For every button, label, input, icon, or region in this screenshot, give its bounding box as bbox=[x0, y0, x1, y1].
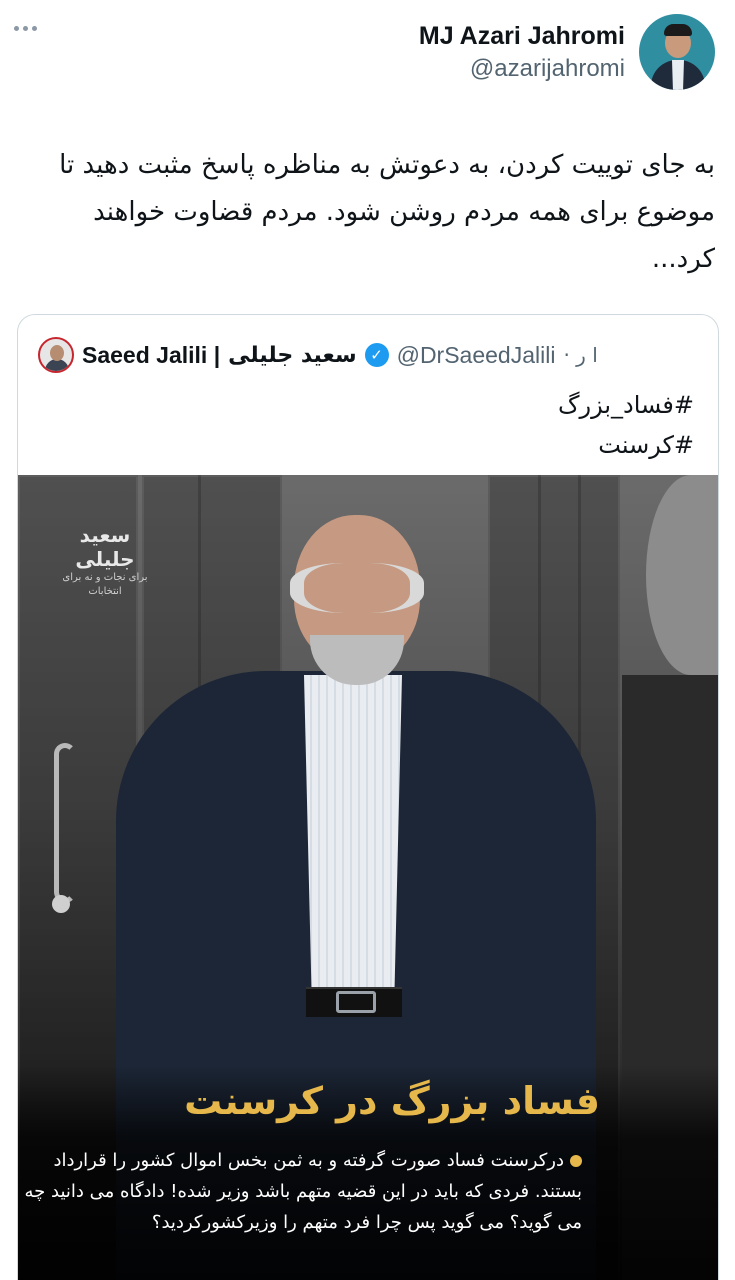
hashtag-list: #فساد_بزرگ #کرسنت bbox=[558, 385, 694, 465]
image-headline: فساد بزرگ در کرسنت bbox=[184, 1079, 600, 1123]
door-knob-graphic bbox=[52, 895, 70, 913]
author-avatar[interactable] bbox=[639, 14, 715, 90]
tweet-text: به جای توییت کردن، به دعوتش به مناظره پا… bbox=[59, 150, 715, 274]
quoted-author-handle[interactable]: @DrSaeedJalili bbox=[397, 342, 556, 369]
quoted-tweet-time[interactable]: · ا ر bbox=[563, 343, 597, 367]
image-body-text: درکرسنت فساد صورت گرفته و به ثمن بخس امو… bbox=[22, 1145, 582, 1238]
man-hair bbox=[290, 563, 424, 613]
author-handle[interactable]: @azarijahromi bbox=[419, 53, 625, 85]
quoted-tweet-header: Saeed Jalili | سعید جلیلی ✓ @DrSaeedJali… bbox=[38, 337, 598, 373]
quoted-author-name-en[interactable]: Saeed Jalili | bbox=[82, 342, 220, 369]
quoted-author-avatar[interactable] bbox=[38, 337, 74, 373]
quoted-tweet-card[interactable]: Saeed Jalili | سعید جلیلی ✓ @DrSaeedJali… bbox=[17, 314, 719, 1280]
author-display-name[interactable]: MJ Azari Jahromi bbox=[419, 19, 625, 53]
signature-logo: سعید جلیلی برای نجات و نه برای انتخابات bbox=[60, 523, 150, 599]
man-shirt bbox=[304, 675, 402, 1005]
image-body-content: درکرسنت فساد صورت گرفته و به ثمن بخس امو… bbox=[24, 1150, 582, 1233]
author-names: MJ Azari Jahromi @azarijahromi bbox=[419, 19, 625, 85]
signature-text: سعید جلیلی bbox=[75, 523, 135, 571]
verified-badge-icon: ✓ bbox=[364, 343, 389, 367]
bullet-icon bbox=[570, 1155, 582, 1167]
quoted-tweet-image[interactable]: سعید جلیلی برای نجات و نه برای انتخابات … bbox=[18, 475, 718, 1280]
door-handle-graphic bbox=[54, 743, 76, 903]
hashtag-crescent[interactable]: #کرسنت bbox=[558, 425, 694, 465]
hashtag-fesad-bozorg[interactable]: #فساد_بزرگ bbox=[558, 385, 694, 425]
signature-subtitle: برای نجات و نه برای انتخابات bbox=[62, 572, 148, 597]
belt-buckle bbox=[336, 991, 376, 1013]
tweet-author[interactable]: MJ Azari Jahromi @azarijahromi bbox=[419, 14, 715, 90]
more-options-icon[interactable] bbox=[14, 26, 37, 31]
side-figure bbox=[646, 475, 718, 675]
quoted-author-name-fa[interactable]: سعید جلیلی bbox=[228, 343, 356, 368]
